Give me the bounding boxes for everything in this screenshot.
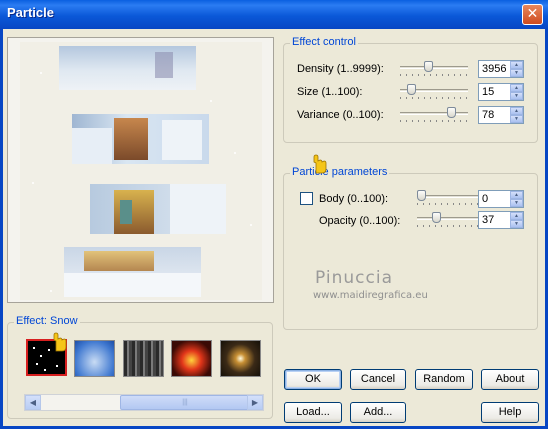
- spin-down-icon[interactable]: ▼: [510, 220, 523, 228]
- effect-thumb-fire[interactable]: [171, 340, 212, 377]
- pointer-hand-icon: [313, 154, 327, 174]
- spin-down-icon[interactable]: ▼: [510, 199, 523, 207]
- body-spinner[interactable]: 0 ▲ ▼: [478, 190, 524, 208]
- variance-slider[interactable]: [400, 107, 468, 123]
- spin-up-icon[interactable]: ▲: [510, 84, 523, 92]
- effect-thumb-smoke[interactable]: [123, 340, 164, 377]
- body-slider[interactable]: [417, 190, 485, 206]
- spin-down-icon[interactable]: ▼: [510, 69, 523, 77]
- size-spinner[interactable]: 15 ▲ ▼: [478, 83, 524, 101]
- density-label: Density (1..9999):: [297, 63, 384, 75]
- density-value: 3956: [482, 63, 507, 75]
- spin-up-icon[interactable]: ▲: [510, 107, 523, 115]
- add-button[interactable]: Add...: [350, 402, 406, 423]
- scrollbar-thumb[interactable]: |||: [120, 395, 250, 410]
- density-slider[interactable]: [400, 61, 468, 77]
- opacity-label: Opacity (0..100):: [319, 215, 401, 227]
- spin-up-icon[interactable]: ▲: [510, 191, 523, 199]
- body-value: 0: [482, 193, 489, 205]
- effect-gallery-label: Effect: Snow: [14, 315, 80, 327]
- load-button[interactable]: Load...: [284, 402, 342, 423]
- spin-up-icon[interactable]: ▲: [510, 212, 523, 220]
- effect-control-label: Effect control: [290, 36, 358, 48]
- close-icon: ✕: [526, 6, 539, 22]
- variance-value: 78: [482, 109, 495, 121]
- size-value: 15: [482, 86, 495, 98]
- random-button[interactable]: Random: [415, 369, 473, 390]
- help-button[interactable]: Help: [481, 402, 539, 423]
- density-spinner[interactable]: 3956 ▲ ▼: [478, 60, 524, 78]
- variance-label: Variance (0..100):: [297, 109, 384, 121]
- effect-thumb-star[interactable]: [220, 340, 261, 377]
- preview-image: [20, 42, 262, 300]
- body-checkbox[interactable]: [300, 192, 313, 205]
- variance-spinner[interactable]: 78 ▲ ▼: [478, 106, 524, 124]
- close-button[interactable]: ✕: [522, 4, 543, 25]
- cancel-button[interactable]: Cancel: [350, 369, 406, 390]
- window-title: Particle: [7, 5, 54, 20]
- spin-up-icon[interactable]: ▲: [510, 61, 523, 69]
- effect-thumb-sky[interactable]: [74, 340, 115, 377]
- opacity-value: 37: [482, 214, 495, 226]
- opacity-slider[interactable]: [417, 212, 485, 228]
- pointer-hand-icon: [53, 332, 67, 352]
- particle-parameters-label: Particle parameters: [290, 166, 390, 178]
- body-label: Body (0..100):: [319, 193, 389, 205]
- size-slider[interactable]: [400, 84, 468, 100]
- about-button[interactable]: About: [481, 369, 539, 390]
- watermark-url: www.maidiregrafica.eu: [313, 290, 428, 301]
- size-label: Size (1..100):: [297, 86, 363, 98]
- scroll-left-icon[interactable]: ◀: [25, 395, 41, 410]
- title-bar[interactable]: Particle ✕: [0, 0, 548, 29]
- ok-button[interactable]: OK: [284, 369, 342, 390]
- preview-pane: [7, 37, 274, 303]
- opacity-spinner[interactable]: 37 ▲ ▼: [478, 211, 524, 229]
- spin-down-icon[interactable]: ▼: [510, 92, 523, 100]
- watermark-name: Pinuccia: [315, 268, 393, 288]
- spin-down-icon[interactable]: ▼: [510, 115, 523, 123]
- gallery-scrollbar[interactable]: ◀ ||| ▶: [24, 394, 264, 411]
- scroll-right-icon[interactable]: ▶: [247, 395, 263, 410]
